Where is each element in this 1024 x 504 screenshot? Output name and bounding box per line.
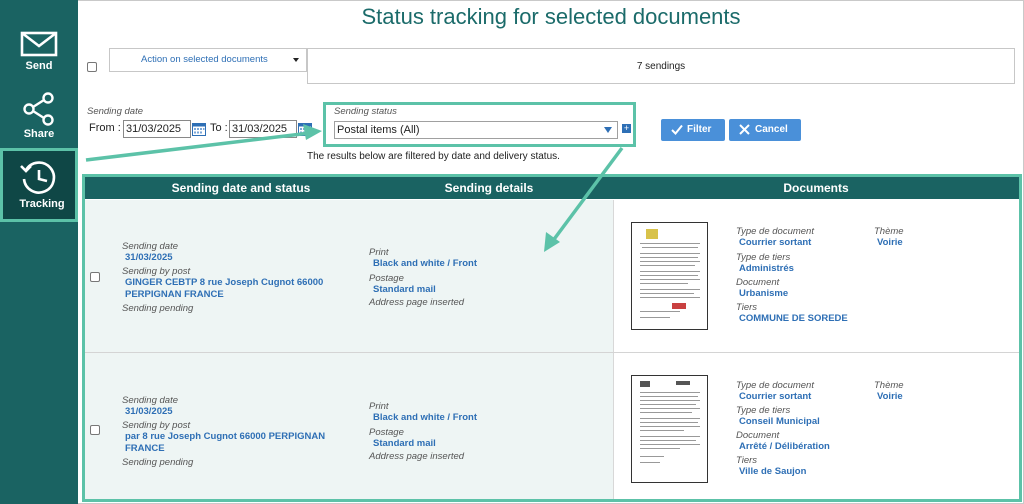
address-page-note: Address page inserted [369,297,465,308]
select-all-checkbox[interactable] [87,62,97,72]
table-row: Sending date 31/03/2025 Sending by post … [85,353,1019,499]
recipient-address: par 8 rue Joseph Cugnot 66000 PERPIGNAN … [125,431,326,454]
cancel-button[interactable]: Cancel [729,119,801,141]
recipient-address: GINGER CEBTP 8 rue Joseph Cugnot 66000 P… [125,277,324,300]
postage-value: Standard mail [373,284,436,295]
print-label: Print [369,401,389,412]
close-icon [739,124,750,135]
from-date-input[interactable]: 31/03/2025 [123,120,191,138]
sendings-count: 7 sendings [307,48,1015,84]
tiers-value: Ville de Saujon [739,466,807,477]
doc-type-label: Type de document [736,226,814,237]
filter-button[interactable]: Filter [661,119,725,141]
table-header: Sending date and status Sending details … [85,177,1019,199]
sending-by-post-label: Sending by post [122,266,191,277]
table-row: Sending date 31/03/2025 Sending by post … [85,200,1019,352]
action-dropdown[interactable]: Action on selected documents [109,48,307,72]
tiers-type-value: Conseil Municipal [739,416,820,427]
from-label: From : [89,122,121,134]
sending-date-value: 31/03/2025 [125,406,173,417]
theme-label: Thème [874,226,904,237]
filter-button-label: Filter [687,124,712,135]
doc-type-label: Type de document [736,380,814,391]
check-icon [671,124,683,135]
theme-value: Voirie [877,391,903,402]
postage-label: Postage [369,273,404,284]
sending-status: Sending pending [122,303,194,314]
column-header: Sending details [444,181,534,195]
document-thumbnail[interactable] [631,375,708,483]
sending-status: Sending pending [122,457,194,468]
document-value: Urbanisme [739,288,789,299]
postage-value: Standard mail [373,438,436,449]
to-date-input[interactable]: 31/03/2025 [229,120,297,138]
sending-status-label: Sending status [334,106,397,117]
filter-note: The results below are filtered by date a… [307,151,560,162]
history-icon [20,161,56,194]
sidebar-item-label: Share [23,128,55,140]
tiers-type-label: Type de tiers [736,405,791,416]
sidebar: Send Share Tracking [0,0,78,504]
doc-type-value: Courrier sortant [739,391,812,402]
theme-value: Voirie [877,237,903,248]
sending-by-post-label: Sending by post [122,420,191,431]
sending-date-label: Sending date [87,106,143,117]
tiers-type-value: Administrés [739,263,794,274]
address-page-note: Address page inserted [369,451,465,462]
column-header: Sending date and status [171,181,311,195]
print-label: Print [369,247,389,258]
tiers-label: Tiers [736,455,758,466]
share-icon [23,92,54,126]
print-value: Black and white / Front [373,258,477,269]
document-label: Document [736,430,780,441]
envelope-icon [20,31,58,57]
sending-date-value: 31/03/2025 [125,252,173,263]
document-label: Document [736,277,780,288]
action-dropdown-label: Action on selected documents [141,54,268,65]
tiers-label: Tiers [736,302,758,313]
chevron-down-icon [293,58,299,62]
to-label: To : [210,122,228,134]
sending-status-value: Postal items (All) [337,124,420,136]
add-icon[interactable]: + [622,124,631,133]
theme-label: Thème [874,380,904,391]
cancel-button-label: Cancel [755,124,788,135]
print-value: Black and white / Front [373,412,477,423]
tiers-value: COMMUNE DE SOREDE [739,313,848,324]
document-thumbnail[interactable] [631,222,708,330]
page-title: Status tracking for selected documents [361,4,741,29]
doc-type-value: Courrier sortant [739,237,812,248]
document-value: Arrêté / Délibération [739,441,830,452]
row-checkbox[interactable] [90,425,100,435]
sidebar-item-label: Send [25,60,53,72]
calendar-icon[interactable] [298,122,312,136]
sidebar-item-send[interactable]: Send [0,22,78,94]
chevron-down-icon [604,127,612,133]
sending-date-label: Sending date [122,241,178,252]
calendar-icon[interactable] [192,122,206,136]
tiers-type-label: Type de tiers [736,252,791,263]
postage-label: Postage [369,427,404,438]
sending-date-label: Sending date [122,395,178,406]
row-checkbox[interactable] [90,272,100,282]
column-header: Documents [783,181,849,195]
sidebar-item-label: Tracking [19,198,65,210]
sending-status-select[interactable]: Postal items (All) [334,121,618,139]
sidebar-item-tracking[interactable]: Tracking [0,148,78,222]
